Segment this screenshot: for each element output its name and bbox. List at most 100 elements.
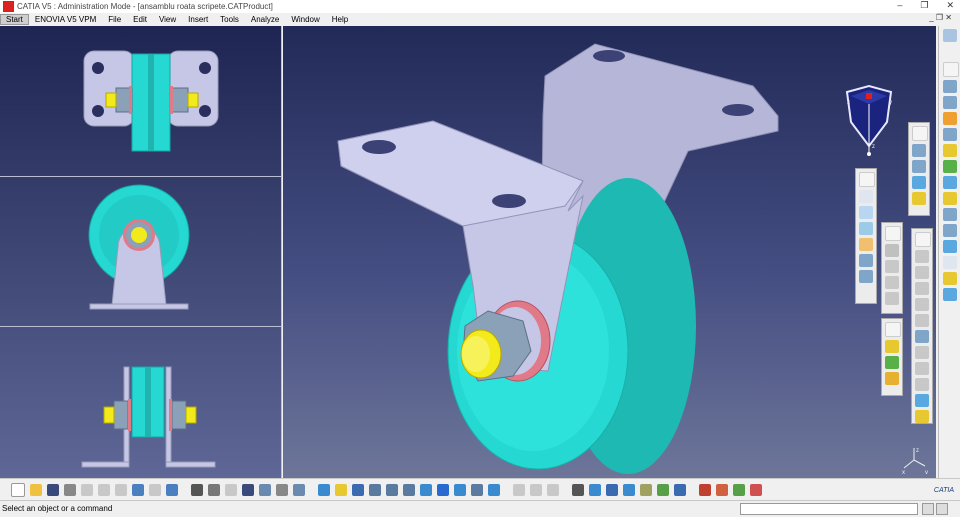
clash-icon[interactable] xyxy=(529,484,542,496)
menu-window[interactable]: Window xyxy=(285,15,325,24)
open-icon[interactable] xyxy=(29,484,42,496)
paste-icon[interactable] xyxy=(114,484,127,496)
part-3d-icon[interactable] xyxy=(859,270,873,283)
menu-start[interactable]: Start xyxy=(0,14,29,25)
annotation-icon[interactable] xyxy=(622,484,635,496)
cut-icon[interactable] xyxy=(80,484,93,496)
formula-icon[interactable] xyxy=(190,484,203,496)
menu-file[interactable]: File xyxy=(102,15,127,24)
table-icon[interactable] xyxy=(241,484,254,496)
manipulate-icon[interactable] xyxy=(912,144,926,157)
reuse-icon[interactable] xyxy=(943,272,957,285)
angle-icon[interactable] xyxy=(943,240,957,253)
grip-icon[interactable] xyxy=(943,62,959,77)
drafting-icon[interactable] xyxy=(943,128,957,141)
catalog-icon[interactable] xyxy=(292,484,305,496)
compass-icon[interactable]: x y z xyxy=(839,84,899,160)
close-button[interactable]: ✕ xyxy=(946,0,954,11)
update-icon[interactable] xyxy=(915,410,929,423)
zoom-out-icon[interactable] xyxy=(402,484,415,496)
angle-icon[interactable] xyxy=(915,298,929,311)
print-icon[interactable] xyxy=(63,484,76,496)
material-icon[interactable] xyxy=(673,484,686,496)
part-icon[interactable] xyxy=(943,96,957,109)
shading-icon[interactable] xyxy=(453,484,466,496)
tree-icon[interactable] xyxy=(258,484,271,496)
fix-together-icon[interactable] xyxy=(915,330,929,343)
maximize-button[interactable]: ❐ xyxy=(920,0,928,11)
render-icon[interactable] xyxy=(698,484,711,496)
contact-icon[interactable] xyxy=(943,208,957,221)
fit-all-icon[interactable] xyxy=(334,484,347,496)
compass-reset-icon[interactable] xyxy=(943,29,957,42)
menu-help[interactable]: Help xyxy=(326,15,354,24)
grip-icon[interactable] xyxy=(915,232,931,247)
pan-icon[interactable] xyxy=(351,484,364,496)
comment-icon[interactable] xyxy=(207,484,220,496)
contact-icon[interactable] xyxy=(915,266,929,279)
fix-icon[interactable] xyxy=(915,314,929,327)
fix-icon[interactable] xyxy=(943,192,957,205)
catalog-browser-icon[interactable] xyxy=(715,484,728,496)
document-window-controls[interactable]: _ ❐ ✕ xyxy=(929,13,952,22)
zoom-in-icon[interactable] xyxy=(385,484,398,496)
fly-icon[interactable] xyxy=(317,484,330,496)
help-icon[interactable] xyxy=(165,484,178,496)
change-constraint-icon[interactable] xyxy=(915,378,929,391)
undo-icon[interactable] xyxy=(131,484,144,496)
quick-constraint-icon[interactable] xyxy=(915,346,929,359)
menu-enovia[interactable]: ENOVIA V5 VPM xyxy=(29,15,102,24)
redo-icon[interactable] xyxy=(148,484,161,496)
command-prev-button[interactable] xyxy=(922,503,934,515)
new-part-icon[interactable] xyxy=(885,356,899,369)
explode-icon[interactable] xyxy=(571,484,584,496)
grid-icon[interactable] xyxy=(732,484,745,496)
grip-icon[interactable] xyxy=(885,322,901,337)
constraints-icon[interactable] xyxy=(943,176,957,189)
point-icon[interactable] xyxy=(859,190,873,203)
iso-view-icon[interactable] xyxy=(436,484,449,496)
compass-icon[interactable] xyxy=(588,484,601,496)
new-icon[interactable] xyxy=(10,483,25,497)
snap-grid-icon[interactable] xyxy=(749,484,762,496)
top-view-pane[interactable] xyxy=(0,26,282,177)
menu-analyze[interactable]: Analyze xyxy=(245,15,285,24)
scene-icon[interactable] xyxy=(639,484,652,496)
hide-icon[interactable] xyxy=(470,484,483,496)
snap-icon[interactable] xyxy=(546,484,559,496)
swap-icon[interactable] xyxy=(487,484,500,496)
reuse-pattern-icon[interactable] xyxy=(915,394,929,407)
offset-icon[interactable] xyxy=(915,282,929,295)
snap-3d-icon[interactable] xyxy=(859,254,873,267)
catalog-icon[interactable] xyxy=(943,288,957,301)
section-icon[interactable] xyxy=(512,484,525,496)
offset-icon[interactable] xyxy=(943,224,957,237)
menu-insert[interactable]: Insert xyxy=(182,15,214,24)
measure-between-icon[interactable] xyxy=(605,484,618,496)
rotate-icon[interactable] xyxy=(368,484,381,496)
menu-edit[interactable]: Edit xyxy=(127,15,153,24)
properties-icon[interactable] xyxy=(275,484,288,496)
side-view-pane[interactable] xyxy=(0,327,282,478)
grip-icon[interactable] xyxy=(859,172,875,187)
command-next-button[interactable] xyxy=(936,503,948,515)
menu-view[interactable]: View xyxy=(153,15,182,24)
smart-move-icon[interactable] xyxy=(912,176,926,189)
spline-icon[interactable] xyxy=(859,222,873,235)
grip-icon[interactable] xyxy=(912,126,928,141)
save-icon[interactable] xyxy=(46,484,59,496)
curve-icon[interactable] xyxy=(859,206,873,219)
command-input[interactable] xyxy=(740,503,918,515)
minimize-button[interactable]: – xyxy=(897,0,902,11)
analysis-icon[interactable] xyxy=(943,144,957,157)
coincidence-icon[interactable] xyxy=(915,250,929,263)
normal-view-icon[interactable] xyxy=(419,484,432,496)
flexible-icon[interactable] xyxy=(915,362,929,375)
existing-component-icon[interactable] xyxy=(885,372,899,385)
menu-tools[interactable]: Tools xyxy=(214,15,245,24)
measure-icon[interactable] xyxy=(224,484,237,496)
explode-icon[interactable] xyxy=(912,192,926,205)
update-icon[interactable] xyxy=(656,484,669,496)
assembly-icon[interactable] xyxy=(943,112,957,125)
text-icon[interactable] xyxy=(943,256,957,269)
